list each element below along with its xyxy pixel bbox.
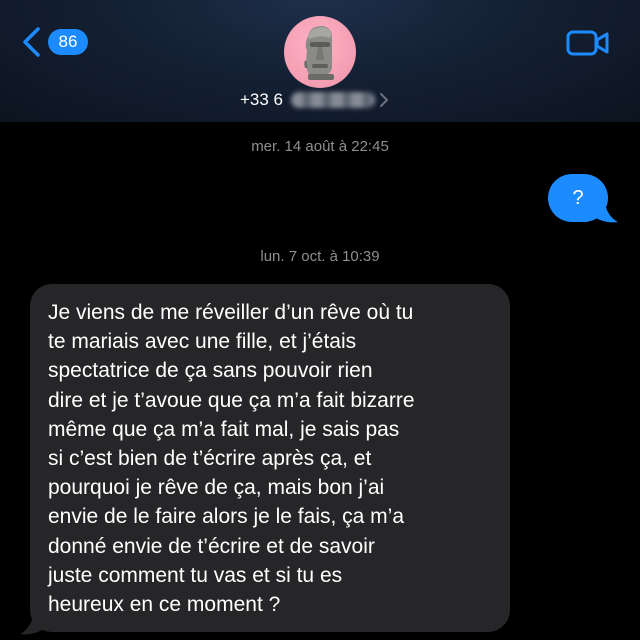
message-line: si c’est bien de t’écrire après ça, et [48,447,372,471]
message-line: Je viens de me réveiller d’un rêve où tu [48,301,414,324]
received-message-bubble[interactable]: Je viens de me réveiller d’un rêve où tu… [30,284,510,632]
message-line: donné envie de t’écrire et de savoir [48,534,375,558]
back-button[interactable]: 86 [20,26,88,58]
contact-details-button[interactable]: +33 6 [240,90,389,110]
message-timestamp: mer. 14 août à 22:45 [251,138,389,155]
message-timestamp: lun. 7 oct. à 10:39 [260,248,380,265]
contact-number: +33 6 [240,90,284,109]
chevron-right-icon [380,93,389,107]
message-line: te mariais avec une fille, et j’étais [48,330,357,354]
contact-avatar[interactable] [284,16,356,88]
chevron-left-icon [23,27,40,57]
sent-message-bubble[interactable]: ? [548,174,608,222]
video-camera-icon[interactable] [566,28,610,58]
unread-count-badge: 86 [48,29,88,55]
message-line: même que ça m’a fait mal, je sais pas [48,417,400,441]
message-line: dire et je t’avoue que ça m’a fait bizar… [48,388,415,412]
message-line: juste comment tu vas et si tu es [48,563,343,587]
moai-icon [304,26,334,80]
message-line: spectatrice de ça sans pouvoir rien [48,359,373,383]
messages-screen: 86 +33 6 mer. 14 août à 22:45 ? lun. 7 o… [0,0,640,640]
message-line: envie de le faire alors je le fais, ça m… [48,505,405,529]
sent-message-text: ? [572,186,584,209]
message-line: pourquoi je rêve de ça, mais bon j’ai [48,476,385,500]
message-line: heureux en ce moment ? [48,593,281,617]
conversation-header: 86 +33 6 [0,0,640,122]
redacted-number [291,92,376,108]
